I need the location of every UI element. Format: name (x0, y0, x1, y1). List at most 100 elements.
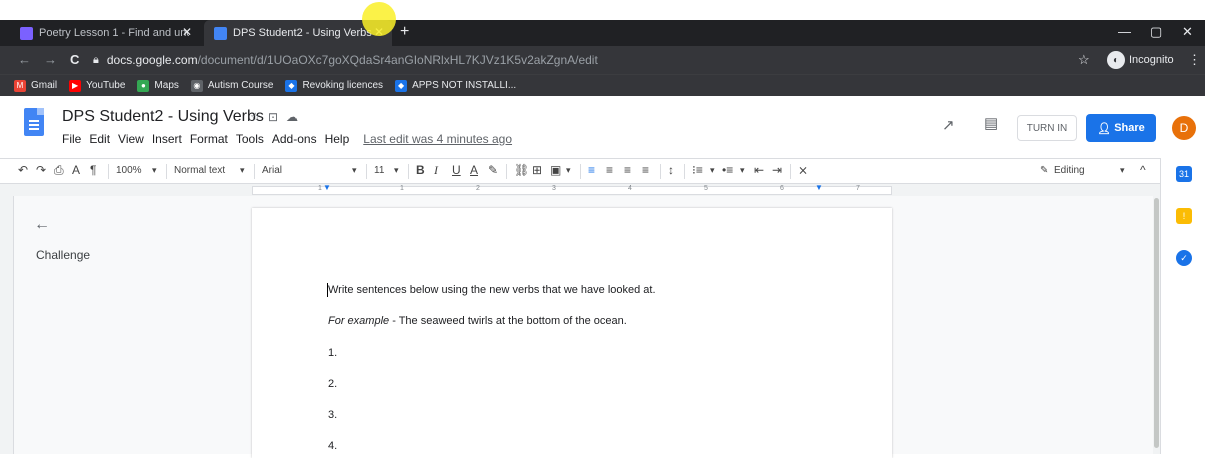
ruler-page-area[interactable] (252, 186, 892, 195)
paragraph-style-select[interactable]: Normal text (174, 165, 225, 176)
underline-button[interactable]: U (452, 163, 461, 177)
gmail-icon: M (14, 79, 26, 92)
caret-icon[interactable]: ▾ (740, 165, 745, 176)
undo-icon[interactable]: ↶ (18, 163, 28, 177)
bookmark-star-icon[interactable]: ☆ (1078, 52, 1090, 68)
side-panel (1160, 158, 1205, 454)
example-line[interactable]: For example - The seaweed twirls at the … (328, 315, 627, 327)
incognito-badge[interactable]: ◐ Incognito (1107, 49, 1174, 71)
example-text: - The seaweed twirls at the bottom of th… (389, 315, 627, 327)
align-right-icon[interactable]: ≡ (624, 163, 631, 177)
activity-icon[interactable]: ↗ (942, 116, 955, 134)
align-center-icon[interactable]: ≡ (606, 163, 613, 177)
align-left-icon[interactable]: ≡ (588, 163, 595, 177)
scrollbar-thumb[interactable] (1154, 198, 1159, 448)
bulleted-list-icon[interactable]: •≡ (722, 163, 733, 177)
ruler-number: 1 (318, 185, 322, 192)
text-color-button[interactable]: A (470, 163, 478, 177)
docs-logo-icon[interactable] (24, 108, 44, 136)
last-edit-link[interactable]: Last edit was 4 minutes ago (363, 132, 512, 146)
menu-help[interactable]: Help (325, 132, 350, 146)
bookmark-item[interactable]: ◉ Autism Course (190, 79, 273, 92)
forward-icon[interactable]: → (44, 52, 57, 67)
calendar-icon[interactable]: 31 (1176, 166, 1192, 182)
bold-button[interactable]: B (416, 163, 425, 177)
youtube-icon: ▶ (69, 79, 82, 92)
paint-format-icon[interactable]: ¶ (90, 163, 96, 177)
url-input[interactable]: 🔒︎ docs.google.com/document/d/1UOaOXc7go… (93, 48, 1073, 72)
print-icon[interactable]: ⎙ (54, 163, 64, 178)
increase-indent-icon[interactable]: ⇥ (772, 163, 782, 177)
insert-link-icon[interactable]: ⛓ (514, 163, 529, 177)
caret-icon[interactable]: ▾ (394, 165, 399, 176)
list-item[interactable]: 4. (328, 440, 337, 452)
avatar[interactable]: D (1172, 116, 1196, 140)
menu-format[interactable]: Format (190, 132, 228, 146)
browser-menu-icon[interactable]: ⋮ (1188, 52, 1201, 68)
incognito-icon: ◐ (1107, 51, 1125, 69)
decrease-indent-icon[interactable]: ⇤ (754, 163, 764, 177)
numbered-list-icon[interactable]: ⁝≡ (692, 163, 703, 177)
menu-add-ons[interactable]: Add-ons (272, 132, 317, 146)
bookmark-item[interactable]: ● Maps (137, 79, 179, 92)
list-item[interactable]: 1. (328, 347, 337, 359)
redo-icon[interactable]: ↷ (36, 163, 46, 177)
highlight-color-icon[interactable]: ✎ (488, 163, 498, 177)
outline-heading[interactable]: Challenge (36, 248, 90, 262)
outline-back-icon[interactable]: ← (34, 216, 50, 234)
align-justify-icon[interactable]: ≡ (642, 163, 649, 177)
add-comment-icon[interactable]: ⊞ (532, 163, 542, 177)
menu-file[interactable]: File (62, 132, 81, 146)
reload-icon[interactable]: C (70, 52, 79, 67)
move-folder-icon[interactable]: ⊡ (268, 110, 278, 124)
line-spacing-icon[interactable]: ↕ (668, 163, 674, 177)
list-item[interactable]: 2. (328, 378, 337, 390)
italic-button[interactable]: I (434, 163, 438, 178)
insert-image-icon[interactable]: ▣ (550, 163, 561, 177)
scrollbar[interactable] (1153, 196, 1160, 454)
zoom-select[interactable]: 100% (116, 165, 142, 176)
back-icon[interactable]: ← (18, 52, 31, 67)
spellcheck-icon[interactable]: A (72, 163, 80, 177)
tab-poetry-lesson[interactable]: Poetry Lesson 1 - Find and under ✕ (10, 20, 200, 46)
keep-icon[interactable]: ! (1176, 208, 1192, 224)
instruction-text[interactable]: Write sentences below using the new verb… (328, 284, 656, 296)
bookmark-item[interactable]: ◆ APPS NOT INSTALLI... (395, 79, 517, 92)
editing-mode-select[interactable]: Editing (1054, 165, 1085, 176)
bookmark-label: APPS NOT INSTALLI... (412, 80, 517, 91)
maximize-button[interactable]: ▢ (1150, 24, 1162, 40)
bookmark-item[interactable]: ▶ YouTube (69, 79, 125, 92)
turn-in-button[interactable]: TURN IN (1017, 115, 1077, 141)
menu-view[interactable]: View (118, 132, 144, 146)
caret-icon[interactable]: ▾ (152, 165, 157, 176)
caret-icon[interactable]: ▾ (710, 165, 715, 176)
share-button[interactable]: 👤︎ Share (1086, 114, 1156, 142)
clear-formatting-icon[interactable]: ⨯ (798, 163, 808, 177)
document-page[interactable] (252, 208, 892, 458)
list-item[interactable]: 3. (328, 409, 337, 421)
bookmark-item[interactable]: ◆ Revoking licences (285, 79, 383, 92)
collapse-menu-icon[interactable]: ^ (1140, 163, 1146, 177)
close-tab-icon[interactable]: ✕ (182, 25, 192, 39)
left-indent-marker[interactable]: ▼ (323, 183, 331, 192)
font-select[interactable]: Arial (262, 165, 282, 176)
caret-icon[interactable]: ▾ (352, 165, 357, 176)
new-tab-button[interactable]: + (400, 23, 409, 41)
caret-icon[interactable]: ▾ (240, 165, 245, 176)
right-indent-marker[interactable]: ▼ (815, 183, 823, 192)
menu-edit[interactable]: Edit (89, 132, 110, 146)
minimize-button[interactable]: — (1118, 24, 1131, 39)
menu-insert[interactable]: Insert (152, 132, 182, 146)
comments-icon[interactable]: ▤ (984, 114, 998, 132)
font-size-select[interactable]: 11 (374, 165, 384, 176)
globe-icon: ◉ (190, 79, 203, 92)
star-icon[interactable]: ☆ (250, 110, 261, 124)
tasks-icon[interactable]: ✓ (1176, 250, 1192, 266)
cloud-status-icon[interactable]: ☁ (286, 110, 298, 124)
bookmark-item[interactable]: M Gmail (14, 79, 57, 92)
caret-icon[interactable]: ▾ (1120, 165, 1125, 176)
caret-icon[interactable]: ▾ (566, 165, 571, 176)
document-title[interactable]: DPS Student2 - Using Verbs (62, 108, 264, 126)
close-window-button[interactable]: ✕ (1182, 24, 1193, 40)
menu-tools[interactable]: Tools (236, 132, 264, 146)
